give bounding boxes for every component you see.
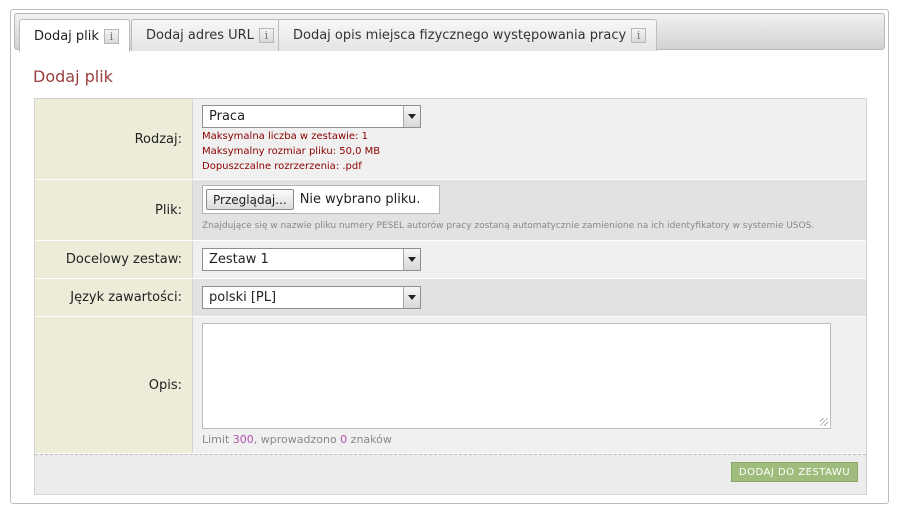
file-label: Plik: [35,180,193,240]
no-file-text: Nie wybrano pliku. [299,192,421,207]
target-set-select-value: Zestaw 1 [209,252,269,267]
file-value-cell: Przeglądaj... Nie wybrano pliku. Znajduj… [193,180,866,240]
row-file: Plik: Przeglądaj... Nie wybrano pliku. Z… [35,180,866,241]
info-icon[interactable]: i [631,28,647,43]
add-to-set-button[interactable]: DODAJ DO ZESTAWU [731,462,858,482]
file-input[interactable]: Przeglądaj... Nie wybrano pliku. [202,185,440,214]
tab-add-url-label: Dodaj adres URL [146,28,254,43]
tab-add-file-label: Dodaj plik [34,28,99,44]
page-title: Dodaj plik [33,67,113,86]
description-value-cell: Limit 300, wprowadzono 0 znaków [193,317,866,453]
resize-handle-icon[interactable] [820,418,828,426]
chevron-down-icon[interactable] [403,249,420,270]
add-file-form: Rodzaj: Praca Maksymalna liczba w zestaw… [34,98,867,495]
form-footer: DODAJ DO ZESTAWU [35,454,866,494]
chevron-down-icon[interactable] [403,287,420,308]
tab-add-file[interactable]: Dodaj plik i [19,19,130,52]
language-value-cell: polski [PL] [193,279,866,316]
language-select-value: polski [PL] [209,290,277,305]
chevron-down-icon[interactable] [403,106,420,127]
char-limit-text: Limit 300, wprowadzono 0 znaków [202,433,392,446]
type-hint-extensions: Dopuszczalne rozrzerzenia: .pdf [202,161,362,172]
limit-prefix: Limit [202,433,233,446]
tab-add-physical-location-label: Dodaj opis miejsca fizycznego występowan… [293,28,627,43]
type-label: Rodzaj: [35,99,193,179]
limit-value: 300 [232,433,254,446]
row-language: Język zawartości: polski [PL] [35,279,866,317]
type-value-cell: Praca Maksymalna liczba w zestawie: 1 Ma… [193,99,866,179]
type-hint-max-size: Maksymalny rozmiar pliku: 50,0 MB [202,146,381,157]
target-set-label: Docelowy zestaw: [35,241,193,278]
type-hint-max-count: Maksymalna liczba w zestawie: 1 [202,131,368,142]
limit-suffix: znaków [347,433,392,446]
add-attachment-panel: Dodaj plik i Dodaj adres URL i Dodaj opi… [10,9,889,504]
tab-add-physical-location[interactable]: Dodaj opis miejsca fizycznego występowan… [278,19,658,51]
target-set-value-cell: Zestaw 1 [193,241,866,278]
info-icon[interactable]: i [103,28,119,44]
row-description: Opis: Limit 300, wprowadzono 0 znaków [35,317,866,454]
type-select[interactable]: Praca [202,105,421,128]
language-select[interactable]: polski [PL] [202,286,421,309]
language-label: Język zawartości: [35,279,193,316]
info-icon[interactable]: i [258,28,274,43]
target-set-select[interactable]: Zestaw 1 [202,248,421,271]
description-textarea[interactable] [202,323,831,429]
description-label: Opis: [35,317,193,453]
tab-bar: Dodaj plik i Dodaj adres URL i Dodaj opi… [14,13,885,52]
browse-button[interactable]: Przeglądaj... [206,189,294,210]
type-select-value: Praca [209,109,246,124]
tab-add-url[interactable]: Dodaj adres URL i [131,19,285,51]
row-type: Rodzaj: Praca Maksymalna liczba w zestaw… [35,99,866,180]
limit-middle: , wprowadzono [253,433,341,446]
row-target-set: Docelowy zestaw: Zestaw 1 [35,241,866,279]
file-pesel-note: Znajdujące się w nazwie pliku numery PES… [202,221,815,231]
